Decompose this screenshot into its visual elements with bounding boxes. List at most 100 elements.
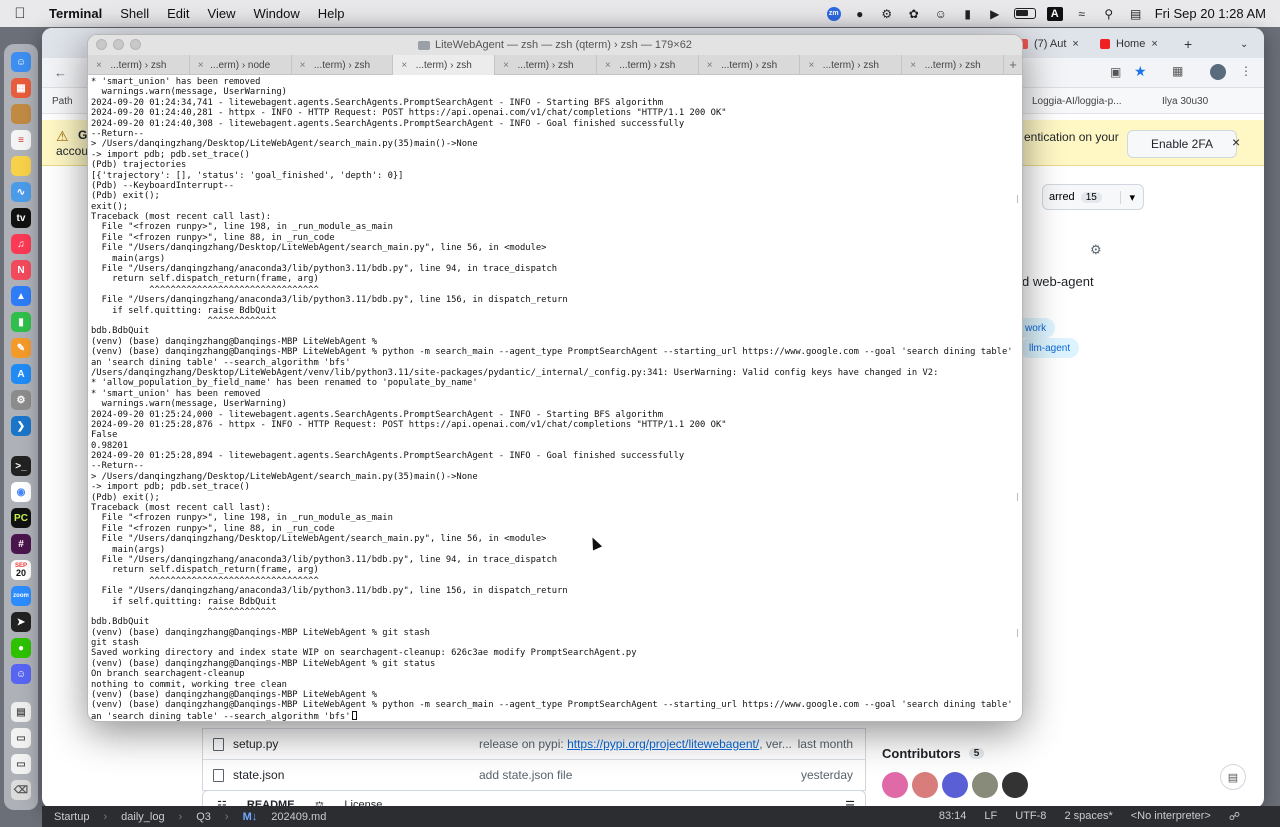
avatar[interactable] <box>1002 772 1028 798</box>
zoom-icon[interactable]: zoom <box>11 586 31 606</box>
close-tab-icon[interactable]: × <box>1072 38 1078 50</box>
close-tab-icon[interactable]: × <box>300 60 306 71</box>
table-row[interactable]: state.json add state.json file yesterday <box>203 759 865 790</box>
close-banner-icon[interactable]: × <box>1232 134 1240 150</box>
terminal-tab[interactable]: × ...term) › zsh <box>292 55 394 75</box>
terminal-tab[interactable]: × ...term) › zsh <box>495 55 597 75</box>
chat-bubble-icon[interactable]: ▤ <box>1220 764 1246 790</box>
chevron-down-icon[interactable]: ▾ <box>1120 190 1143 204</box>
terminal-output[interactable]: * 'smart_union' has been removed warning… <box>91 77 1019 721</box>
file-encoding[interactable]: UTF-8 <box>1015 810 1046 823</box>
figure-tray-icon[interactable]: ☺ <box>933 7 949 21</box>
discord-icon[interactable]: ☺ <box>11 664 31 684</box>
indent-setting[interactable]: 2 spaces* <box>1064 810 1112 823</box>
zoom-window-button[interactable] <box>130 39 141 50</box>
window-thumbnail-icon[interactable]: ▭ <box>11 728 31 748</box>
stickies-icon[interactable] <box>11 156 31 176</box>
pycharm-icon[interactable]: PC <box>11 508 31 528</box>
cursor-position[interactable]: 83:14 <box>939 810 967 823</box>
tab-list-chevron-icon[interactable]: ⌄ <box>1232 33 1256 55</box>
menu-window[interactable]: Window <box>245 6 309 21</box>
gear-tray-icon[interactable]: ⚙ <box>879 7 895 21</box>
apple-tv-icon[interactable]: tv <box>11 208 31 228</box>
wechat-icon[interactable]: ● <box>11 638 31 658</box>
reminders-icon[interactable]: ≡ <box>11 130 31 150</box>
bookmark-ilya[interactable]: Ilya 30u30 <box>1162 96 1208 107</box>
avatar[interactable] <box>942 772 968 798</box>
input-source-icon[interactable]: A <box>1046 6 1063 21</box>
extensions-icon[interactable]: ▦ <box>1172 64 1183 78</box>
system-settings-icon[interactable]: ⚙ <box>11 390 31 410</box>
breadcrumb-item[interactable]: 202409.md <box>271 811 326 823</box>
terminal-tab[interactable]: × ...erm) › node <box>190 55 292 75</box>
enable-2fa-button[interactable]: Enable 2FA <box>1127 130 1237 158</box>
keynote-icon[interactable]: ▲ <box>11 286 31 306</box>
back-arrow-icon[interactable]: ← <box>54 65 67 80</box>
close-tab-icon[interactable]: × <box>1151 38 1157 50</box>
notes-app-icon[interactable] <box>11 104 31 124</box>
terminal-tab[interactable]: × ...term) › zsh <box>88 55 190 75</box>
menu-shell[interactable]: Shell <box>111 6 158 21</box>
app-store-icon[interactable]: A <box>11 364 31 384</box>
close-tab-icon[interactable]: × <box>503 60 509 71</box>
openai-tray-icon[interactable]: ✿ <box>906 7 922 21</box>
news-icon[interactable]: N <box>11 260 31 280</box>
install-app-icon[interactable]: ▣ <box>1110 65 1121 79</box>
vscode-icon[interactable]: ❯ <box>11 416 31 436</box>
terminal-tab[interactable]: × ...term) › zsh <box>393 55 496 75</box>
avatar[interactable] <box>882 772 908 798</box>
interpreter-selector[interactable]: <No interpreter> <box>1131 810 1211 823</box>
apple-menu-icon[interactable]:  <box>0 5 40 22</box>
freeform-icon[interactable]: ∿ <box>11 182 31 202</box>
breadcrumb-item[interactable]: daily_log <box>121 811 164 823</box>
lock-icon[interactable]: ☍ <box>1229 810 1240 823</box>
line-ending[interactable]: LF <box>984 810 997 823</box>
close-window-button[interactable] <box>96 39 107 50</box>
close-tab-icon[interactable]: × <box>910 60 916 71</box>
close-tab-icon[interactable]: × <box>198 60 204 71</box>
menu-app-name[interactable]: Terminal <box>40 6 111 21</box>
menu-clock[interactable]: Fri Sep 20 1:28 AM <box>1155 6 1266 21</box>
browser-tab-2[interactable]: Home × <box>1092 33 1166 55</box>
contributors-heading[interactable]: Contributors <box>882 746 961 761</box>
table-row[interactable]: setup.py release on pypi: https://pypi.o… <box>203 728 865 759</box>
finder-icon[interactable]: ☺ <box>11 52 31 72</box>
cursor-app-icon[interactable]: ➤ <box>11 612 31 632</box>
pages-icon[interactable]: ✎ <box>11 338 31 358</box>
wechat-tray-icon[interactable]: ● <box>852 7 868 21</box>
profile-avatar[interactable] <box>1210 64 1226 80</box>
close-tab-icon[interactable]: × <box>96 60 102 71</box>
bookmark-path[interactable]: Path <box>52 96 73 107</box>
battery-icon[interactable] <box>1013 8 1036 19</box>
new-terminal-tab-button[interactable]: + <box>1004 55 1022 74</box>
window-thumbnail-2-icon[interactable]: ▭ <box>11 754 31 774</box>
trash-icon[interactable]: ⌫ <box>11 780 31 800</box>
menu-edit[interactable]: Edit <box>158 6 198 21</box>
bookmark-loggia[interactable]: Loggia-AI/loggia-p... <box>1032 96 1122 107</box>
terminal-tab[interactable]: × ...term) › zsh <box>902 55 1005 75</box>
minimize-window-button[interactable] <box>113 39 124 50</box>
close-tab-icon[interactable]: × <box>401 60 407 71</box>
avatar[interactable] <box>912 772 938 798</box>
calendar-icon[interactable]: SEP 20 <box>11 560 31 580</box>
terminal-tab[interactable]: × ...term) › zsh <box>597 55 699 75</box>
terminal-tab[interactable]: × ...term) › zsh <box>800 55 903 75</box>
terminal-dock-icon[interactable]: >_ <box>11 456 31 476</box>
play-tray-icon[interactable]: ▶ <box>987 7 1003 21</box>
avatar[interactable] <box>972 772 998 798</box>
numbers-icon[interactable]: ▮ <box>11 312 31 332</box>
music-icon[interactable]: ♫ <box>11 234 31 254</box>
topic-tag[interactable]: llm-agent <box>1020 338 1080 358</box>
chrome-icon[interactable]: ◉ <box>11 482 31 502</box>
new-tab-button[interactable]: + <box>1176 33 1200 55</box>
about-settings-gear-icon[interactable]: ⚙ <box>1090 242 1102 258</box>
commit-link[interactable]: https://pypi.org/project/litewebagent/ <box>567 737 759 751</box>
terminal-tab[interactable]: × ...term) › zsh <box>699 55 801 75</box>
menu-view[interactable]: View <box>199 6 245 21</box>
starred-button[interactable]: arred 15 ▾ <box>1042 184 1144 210</box>
launchpad-icon[interactable]: ▦ <box>11 78 31 98</box>
control-center-icon[interactable]: ▤ <box>1128 7 1144 21</box>
menu-help[interactable]: Help <box>309 6 354 21</box>
close-tab-icon[interactable]: × <box>808 60 814 71</box>
car-tray-icon[interactable]: ▮ <box>960 7 976 21</box>
